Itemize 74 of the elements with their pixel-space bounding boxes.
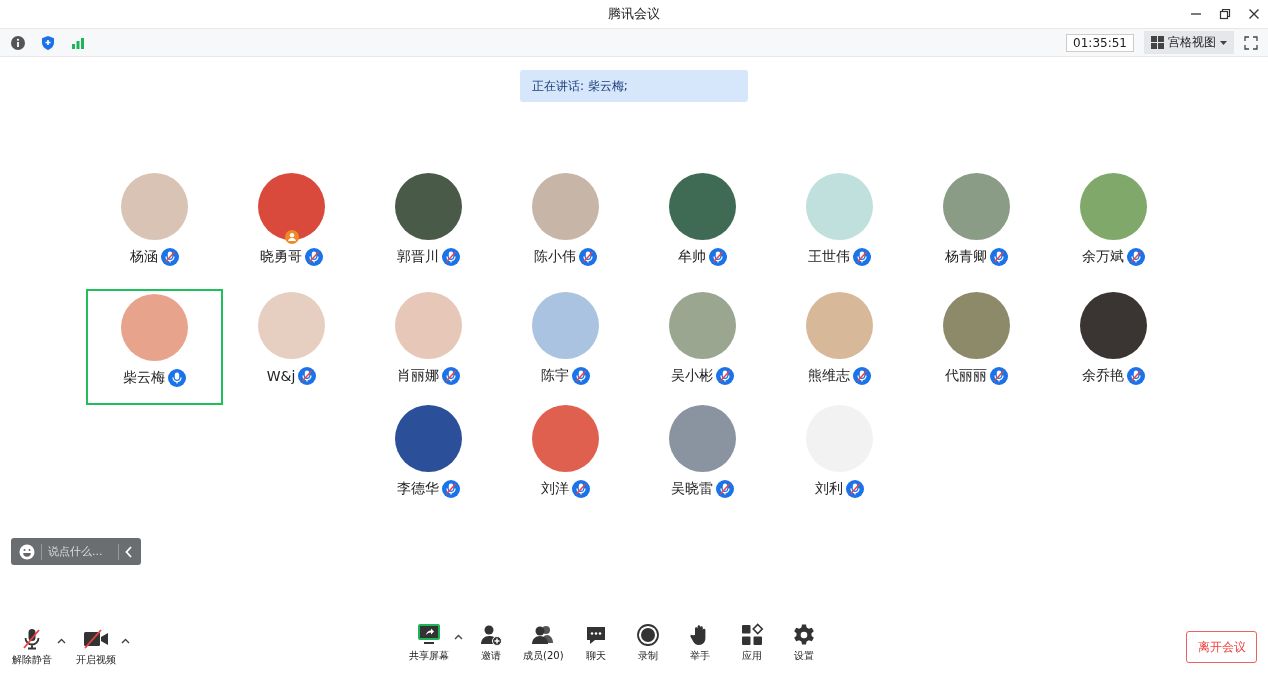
participant-tile[interactable]: 吴小彬: [634, 289, 771, 405]
members-button[interactable]: 成员(20): [519, 623, 568, 663]
hand-button[interactable]: 举手: [675, 623, 724, 663]
participant-tile[interactable]: 李德华: [360, 405, 497, 521]
participant-name: 熊维志: [808, 367, 850, 385]
participant-name: 李德华: [397, 480, 439, 498]
apps-button[interactable]: 应用: [727, 623, 776, 663]
participant-tile[interactable]: 杨涵: [86, 173, 223, 289]
restore-icon[interactable]: [1219, 8, 1231, 20]
start-video-button[interactable]: 开启视频: [72, 627, 120, 667]
participant-tile[interactable]: 陈宇: [497, 289, 634, 405]
camera-off-icon: [83, 627, 109, 651]
participant-tile[interactable]: 王世伟: [771, 173, 908, 289]
participant-name: 晓勇哥: [260, 248, 302, 266]
participant-name: 刘洋: [541, 480, 569, 498]
grid-icon: [1151, 36, 1164, 49]
info-icon[interactable]: [10, 34, 26, 51]
dropdown-caret-icon: [1220, 40, 1227, 45]
participant-name: 牟帅: [678, 248, 706, 266]
participant-tile[interactable]: 杨青卿: [908, 173, 1045, 289]
participant-name: 刘利: [815, 480, 843, 498]
participant-tile[interactable]: W&j: [223, 289, 360, 405]
participant-tile[interactable]: 陈小伟: [497, 173, 634, 289]
caret-up-icon[interactable]: [454, 634, 463, 640]
participant-name: 杨涵: [130, 248, 158, 266]
close-icon[interactable]: [1248, 8, 1260, 20]
participant-name: 代丽丽: [945, 367, 987, 385]
participant-name: 王世伟: [808, 248, 850, 266]
unmute-button[interactable]: 解除静音: [8, 627, 56, 667]
participant-tile[interactable]: 柴云梅: [86, 289, 223, 405]
add-person-icon: [479, 623, 503, 647]
participant-tile[interactable]: 代丽丽: [908, 289, 1045, 405]
participant-tile[interactable]: 郭晋川: [360, 173, 497, 289]
share-button[interactable]: 共享屏幕: [405, 623, 453, 663]
chevron-left-icon[interactable]: [125, 545, 133, 558]
view-mode-dropdown[interactable]: 宫格视图: [1144, 31, 1234, 54]
screen-share-icon: [417, 623, 441, 647]
settings-button[interactable]: 设置: [779, 623, 828, 663]
participant-name: 杨青卿: [945, 248, 987, 266]
participant-tile[interactable]: 刘利: [771, 405, 908, 521]
participant-name: 陈宇: [541, 367, 569, 385]
caret-up-icon[interactable]: [121, 638, 130, 644]
invite-button[interactable]: 邀请: [467, 623, 515, 663]
fullscreen-icon[interactable]: [1244, 35, 1258, 50]
people-icon: [531, 623, 556, 647]
participant-name: 柴云梅: [123, 369, 165, 387]
participant-name: 陈小伟: [534, 248, 576, 266]
speaking-banner: 正在讲话: 柴云梅;: [520, 70, 748, 102]
leave-meeting-button[interactable]: 离开会议: [1186, 631, 1257, 663]
participant-name: 余万斌: [1082, 248, 1124, 266]
participant-tile[interactable]: 肖丽娜: [360, 289, 497, 405]
chat-button[interactable]: 聊天: [571, 623, 620, 663]
participant-tile[interactable]: 吴晓雷: [634, 405, 771, 521]
participant-tile[interactable]: 牟帅: [634, 173, 771, 289]
meeting-timer: 01:35:51: [1066, 33, 1134, 52]
participant-name: 吴晓雷: [671, 480, 713, 498]
shield-icon[interactable]: [40, 34, 56, 51]
record-icon: [635, 623, 660, 647]
apps-icon: [739, 623, 764, 647]
participant-tile[interactable]: 余万斌: [1045, 173, 1182, 289]
participant-name: 郭晋川: [397, 248, 439, 266]
emoji-icon[interactable]: [19, 543, 35, 560]
caret-up-icon[interactable]: [57, 638, 66, 644]
participant-name: 吴小彬: [671, 367, 713, 385]
participant-name: 余乔艳: [1082, 367, 1124, 385]
participant-tile[interactable]: 晓勇哥: [223, 173, 360, 289]
participant-tile[interactable]: 余乔艳: [1045, 289, 1182, 405]
participant-tile[interactable]: 刘洋: [497, 405, 634, 521]
participant-name: 肖丽娜: [397, 367, 439, 385]
window-title: 腾讯会议: [608, 5, 660, 23]
participant-name: W&j: [266, 368, 296, 384]
record-button[interactable]: 录制: [623, 623, 672, 663]
chat-input-field[interactable]: 说点什么...: [48, 545, 112, 558]
participant-tile[interactable]: 熊维志: [771, 289, 908, 405]
